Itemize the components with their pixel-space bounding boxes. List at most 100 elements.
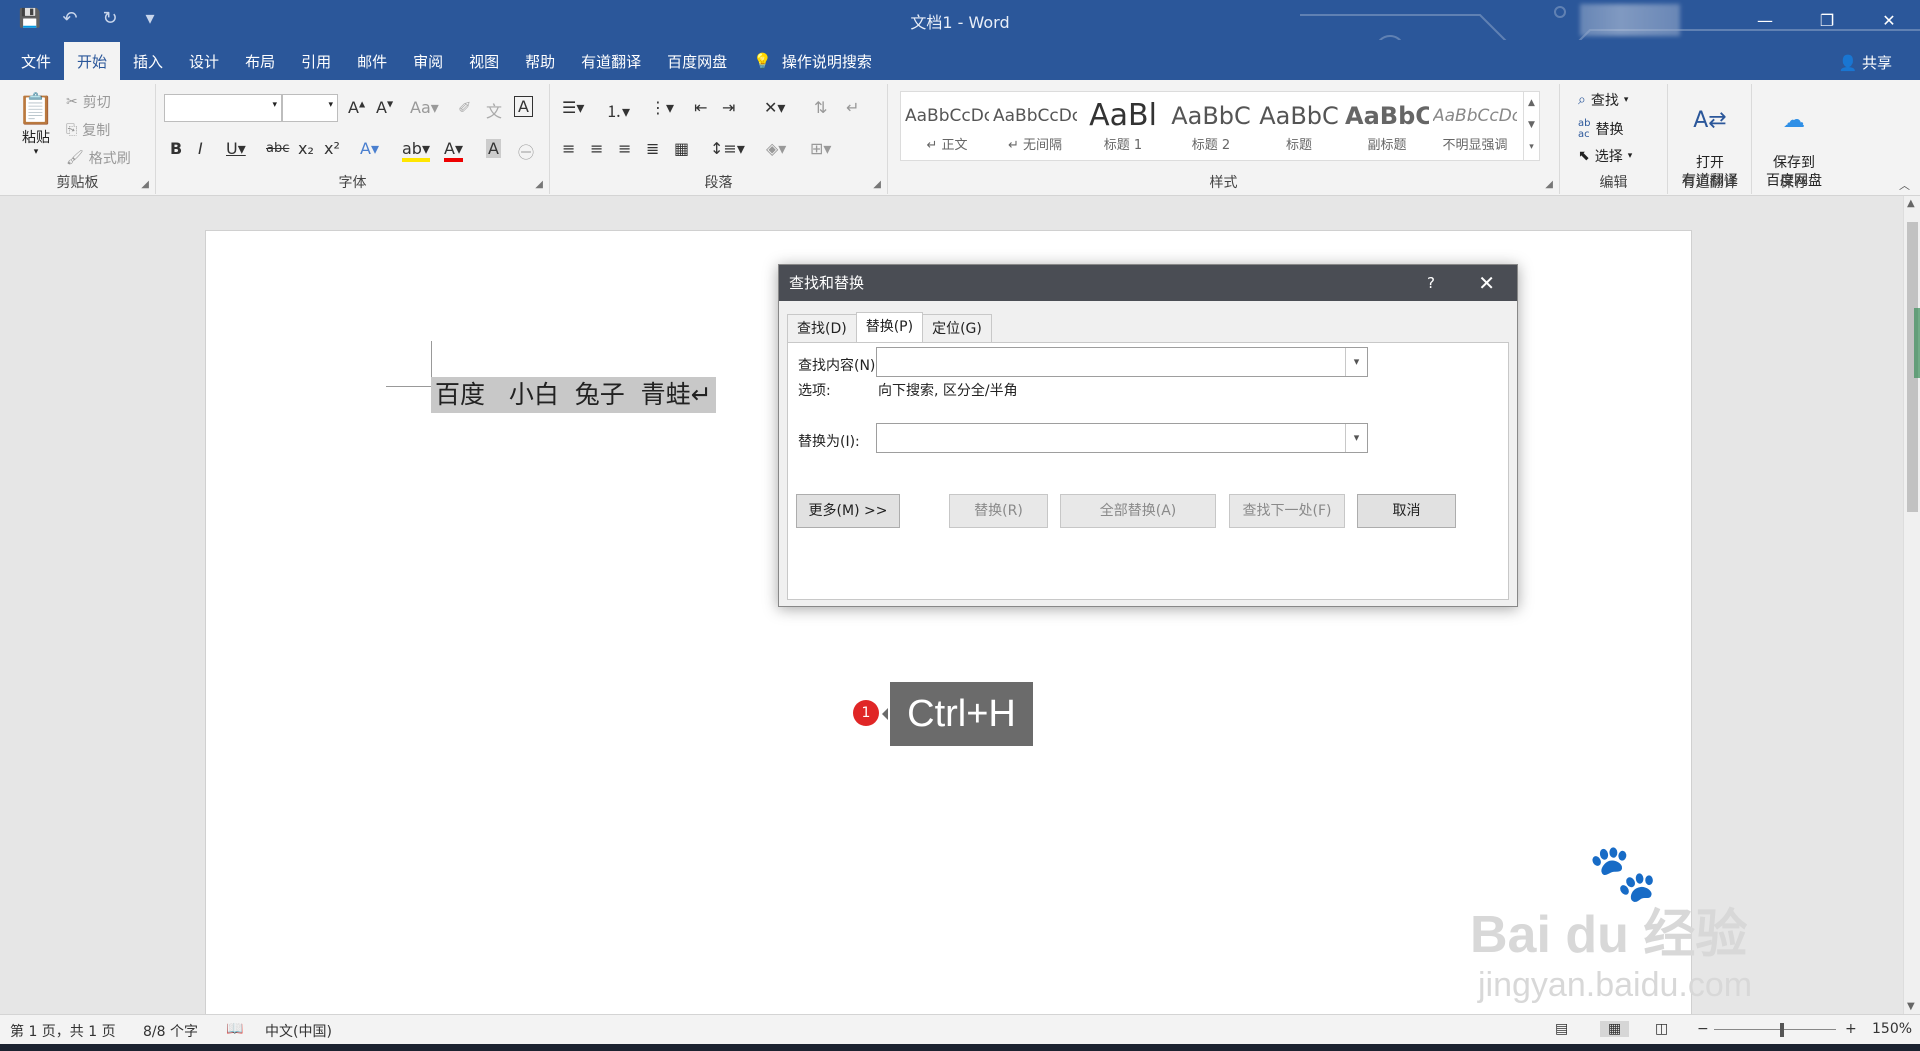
- zoom-slider[interactable]: [1714, 1029, 1836, 1030]
- bold-icon[interactable]: B: [170, 139, 182, 158]
- tab-layout[interactable]: 布局: [232, 42, 288, 80]
- style-title[interactable]: AaBbC 标题: [1257, 94, 1341, 158]
- account-avatar[interactable]: [1580, 4, 1680, 36]
- dialog-launcher-icon[interactable]: ◢: [141, 179, 149, 190]
- shading-icon[interactable]: ◈▾: [766, 139, 786, 158]
- style-heading-2[interactable]: AaBbC 标题 2: [1169, 94, 1253, 158]
- align-left-icon[interactable]: ≡: [562, 139, 575, 158]
- chinese-layout-icon[interactable]: ✕▾: [764, 98, 785, 117]
- font-name-combo[interactable]: ▾: [164, 94, 282, 122]
- close-icon[interactable]: ✕: [1478, 265, 1495, 301]
- character-border-icon[interactable]: A: [514, 96, 533, 117]
- tab-goto[interactable]: 定位(G): [922, 314, 992, 342]
- find-button[interactable]: ⌕ 查找 ▾: [1578, 90, 1628, 110]
- dialog-launcher-icon[interactable]: ◢: [535, 179, 543, 190]
- style-no-spacing[interactable]: AaBbCcDc ↵ 无间隔: [993, 94, 1077, 158]
- tell-me-search[interactable]: 💡 操作说明搜索: [740, 42, 885, 80]
- tab-find[interactable]: 查找(D): [787, 314, 857, 342]
- replace-button[interactable]: 替换(R): [949, 494, 1048, 528]
- copy-button[interactable]: ⎘ 复制: [66, 120, 110, 140]
- paste-button[interactable]: 📋 粘贴 ▾: [14, 92, 58, 157]
- cut-button[interactable]: ✂ 剪切: [66, 92, 111, 112]
- change-case-icon[interactable]: Aa▾: [410, 98, 439, 117]
- strikethrough-icon[interactable]: abc: [266, 141, 289, 156]
- style-normal[interactable]: AaBbCcDc ↵ 正文: [905, 94, 989, 158]
- chevron-down-icon[interactable]: ▾: [1345, 424, 1367, 452]
- page-count[interactable]: 第 1 页，共 1 页: [10, 1021, 116, 1041]
- increase-indent-icon[interactable]: ⇥: [722, 98, 735, 117]
- show-marks-icon[interactable]: ↵: [846, 98, 859, 117]
- share-button[interactable]: 👤 共享: [1839, 52, 1892, 73]
- cancel-button[interactable]: 取消: [1357, 494, 1456, 528]
- language[interactable]: 中文(中国): [265, 1021, 332, 1041]
- multilevel-list-icon[interactable]: ⋮▾: [650, 98, 674, 117]
- scroll-up-icon[interactable]: ▲: [1907, 198, 1915, 209]
- align-right-icon[interactable]: ≡: [618, 139, 631, 158]
- underline-icon[interactable]: U▾: [226, 139, 246, 158]
- subscript-icon[interactable]: x₂: [298, 139, 314, 158]
- more-button[interactable]: 更多(M) >>: [796, 494, 900, 528]
- text-effects-icon[interactable]: A▾: [360, 139, 379, 158]
- restore-button[interactable]: ❐: [1796, 0, 1858, 40]
- tab-references[interactable]: 引用: [288, 42, 344, 80]
- dialog-launcher-icon[interactable]: ◢: [873, 179, 881, 190]
- format-painter-button[interactable]: 🖌 格式刷: [66, 148, 131, 168]
- word-count[interactable]: 8/8 个字: [143, 1021, 198, 1041]
- minimize-button[interactable]: —: [1734, 0, 1796, 40]
- proofing-icon[interactable]: 📖: [226, 1021, 243, 1037]
- superscript-icon[interactable]: x²: [324, 139, 340, 158]
- collapse-ribbon-icon[interactable]: ︿: [1899, 177, 1910, 193]
- line-spacing-icon[interactable]: ↕≡▾: [710, 139, 745, 158]
- highlight-icon[interactable]: ab▾: [402, 139, 430, 162]
- character-shading-icon[interactable]: A: [486, 139, 501, 158]
- font-color-icon[interactable]: A▾: [444, 139, 463, 162]
- align-center-icon[interactable]: ≡: [590, 139, 603, 158]
- zoom-in-icon[interactable]: +: [1845, 1021, 1857, 1037]
- tab-mailings[interactable]: 邮件: [344, 42, 400, 80]
- enclose-characters-icon[interactable]: ㊀: [518, 139, 534, 163]
- scroll-down-icon[interactable]: ▼: [1907, 1001, 1915, 1012]
- bullets-icon[interactable]: ☰▾: [562, 98, 584, 117]
- dialog-launcher-icon[interactable]: ◢: [1545, 179, 1553, 190]
- read-mode-icon[interactable]: ▤: [1555, 1021, 1568, 1037]
- tab-view[interactable]: 视图: [456, 42, 512, 80]
- distributed-icon[interactable]: ▦: [674, 139, 689, 158]
- zoom-slider-thumb[interactable]: [1780, 1023, 1784, 1037]
- tab-baidu-pan[interactable]: 百度网盘: [654, 42, 740, 80]
- tab-help[interactable]: 帮助: [512, 42, 568, 80]
- help-button[interactable]: ?: [1427, 265, 1435, 301]
- italic-icon[interactable]: I: [198, 139, 203, 158]
- replace-all-button[interactable]: 全部替换(A): [1060, 494, 1216, 528]
- tab-home[interactable]: 开始: [64, 42, 121, 80]
- zoom-out-icon[interactable]: −: [1697, 1021, 1709, 1037]
- gallery-scroll[interactable]: ▲ ▼ ▾: [1523, 92, 1539, 160]
- zoom-level[interactable]: 150%: [1872, 1021, 1912, 1037]
- style-subtle-emphasis[interactable]: AaBbCcDc 不明显强调: [1433, 94, 1517, 158]
- replace-with-input[interactable]: ▾: [876, 423, 1368, 453]
- tab-design[interactable]: 设计: [176, 42, 232, 80]
- tab-file[interactable]: 文件: [8, 42, 64, 80]
- decrease-indent-icon[interactable]: ⇤: [694, 98, 707, 117]
- selected-text[interactable]: 百度 小白 兔子 青蛙↵: [431, 377, 716, 413]
- style-heading-1[interactable]: AaBl 标题 1: [1081, 94, 1165, 158]
- style-subtitle[interactable]: AaBbC 副标题: [1345, 94, 1429, 158]
- grow-font-icon[interactable]: A▲: [348, 98, 365, 117]
- chevron-down-icon[interactable]: ▾: [1345, 348, 1367, 376]
- sort-icon[interactable]: ⇅: [814, 98, 827, 117]
- print-layout-icon[interactable]: ▦: [1600, 1021, 1630, 1037]
- font-size-combo[interactable]: ▾: [282, 94, 338, 122]
- tab-replace[interactable]: 替换(P): [855, 312, 924, 342]
- tab-review[interactable]: 审阅: [400, 42, 456, 80]
- phonetic-guide-icon[interactable]: 文: [486, 98, 502, 122]
- find-what-input[interactable]: ▾: [876, 347, 1368, 377]
- tab-youdao[interactable]: 有道翻译: [568, 42, 654, 80]
- borders-icon[interactable]: ⊞▾: [810, 139, 831, 158]
- select-button[interactable]: ⬉ 选择 ▾: [1578, 146, 1632, 166]
- justify-icon[interactable]: ≣: [646, 139, 659, 158]
- tab-insert[interactable]: 插入: [120, 42, 176, 80]
- replace-button[interactable]: ab ac 替换: [1578, 118, 1623, 140]
- numbering-icon[interactable]: ⒈▾: [606, 98, 630, 122]
- web-layout-icon[interactable]: ◫: [1655, 1021, 1668, 1037]
- find-next-button[interactable]: 查找下一处(F): [1229, 494, 1345, 528]
- clear-format-icon[interactable]: ✐: [458, 98, 471, 117]
